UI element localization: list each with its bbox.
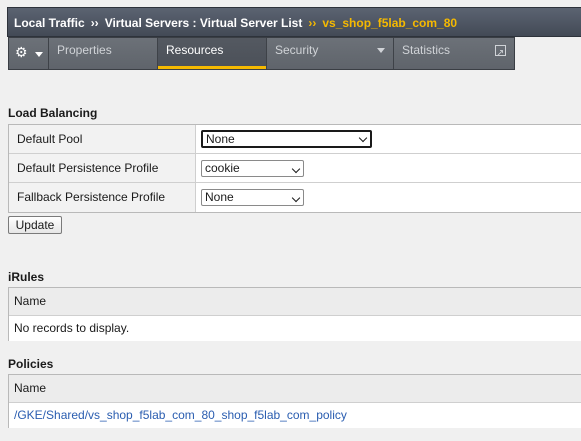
default-pool-row: Default Pool None [9, 125, 581, 154]
chevron-down-icon [377, 48, 385, 53]
gear-icon: ⚙ [15, 44, 28, 60]
default-pool-value: None [206, 132, 235, 146]
fallback-persistence-row: Fallback Persistence Profile None [9, 183, 581, 212]
breadcrumb-current: vs_shop_f5lab_com_80 [322, 16, 458, 30]
irules-name-header[interactable]: Name [9, 288, 581, 316]
breadcrumb-root[interactable]: Local Traffic [14, 16, 85, 30]
policies-table: Name /GKE/Shared/vs_shop_f5lab_com_80_sh… [8, 374, 581, 428]
breadcrumb: Local Traffic ›› Virtual Servers : Virtual… [7, 7, 581, 37]
policies-title: Policies [8, 357, 54, 371]
irules-table: Name No records to display. [8, 287, 581, 341]
load-balancing-table: Default Pool None Default Persistence Pr… [8, 124, 581, 213]
tab-security[interactable]: Security [267, 38, 394, 69]
chevron-down-icon [291, 193, 301, 203]
policies-name-header[interactable]: Name [9, 375, 581, 403]
tab-statistics-label: Statistics [402, 43, 451, 57]
tab-bar: ⚙ Properties Resources Security Statisti… [8, 37, 515, 70]
external-link-icon[interactable] [495, 42, 506, 66]
tab-properties[interactable]: Properties [49, 38, 158, 69]
default-pool-select[interactable]: None [201, 130, 372, 148]
default-persistence-select[interactable]: cookie [201, 159, 304, 177]
policies-name-header-label: Name [14, 381, 47, 395]
update-button[interactable]: Update [8, 216, 62, 234]
breadcrumb-separator-current: ›› [308, 16, 317, 30]
irules-empty-text: No records to display. [14, 321, 130, 335]
default-pool-label: Default Pool [9, 125, 196, 153]
tab-statistics[interactable]: Statistics [394, 38, 514, 69]
load-balancing-title: Load Balancing [8, 106, 98, 120]
breadcrumb-separator: ›› [90, 16, 99, 30]
irules-name-header-label: Name [14, 294, 47, 308]
chevron-down-icon [35, 52, 43, 57]
chevron-down-icon [358, 133, 368, 143]
table-row: /GKE/Shared/vs_shop_f5lab_com_80_shop_f5… [9, 403, 581, 428]
default-persistence-label: Default Persistence Profile [9, 154, 196, 182]
policy-link[interactable]: /GKE/Shared/vs_shop_f5lab_com_80_shop_f5… [14, 408, 347, 422]
fallback-persistence-label: Fallback Persistence Profile [9, 183, 196, 212]
default-persistence-value: cookie [205, 160, 240, 175]
tab-security-label: Security [275, 43, 319, 57]
gear-menu-button[interactable]: ⚙ [9, 38, 49, 69]
breadcrumb-middle[interactable]: Virtual Servers : Virtual Server List [105, 16, 303, 30]
irules-empty-row: No records to display. [9, 316, 581, 341]
chevron-down-icon [291, 164, 301, 173]
fallback-persistence-value: None [205, 190, 234, 204]
tab-properties-label: Properties [57, 43, 112, 57]
tab-resources[interactable]: Resources [158, 38, 267, 69]
irules-title: iRules [8, 270, 45, 284]
default-persistence-row: Default Persistence Profile cookie [9, 154, 581, 183]
fallback-persistence-select[interactable]: None [201, 189, 304, 206]
tab-resources-label: Resources [166, 43, 224, 57]
